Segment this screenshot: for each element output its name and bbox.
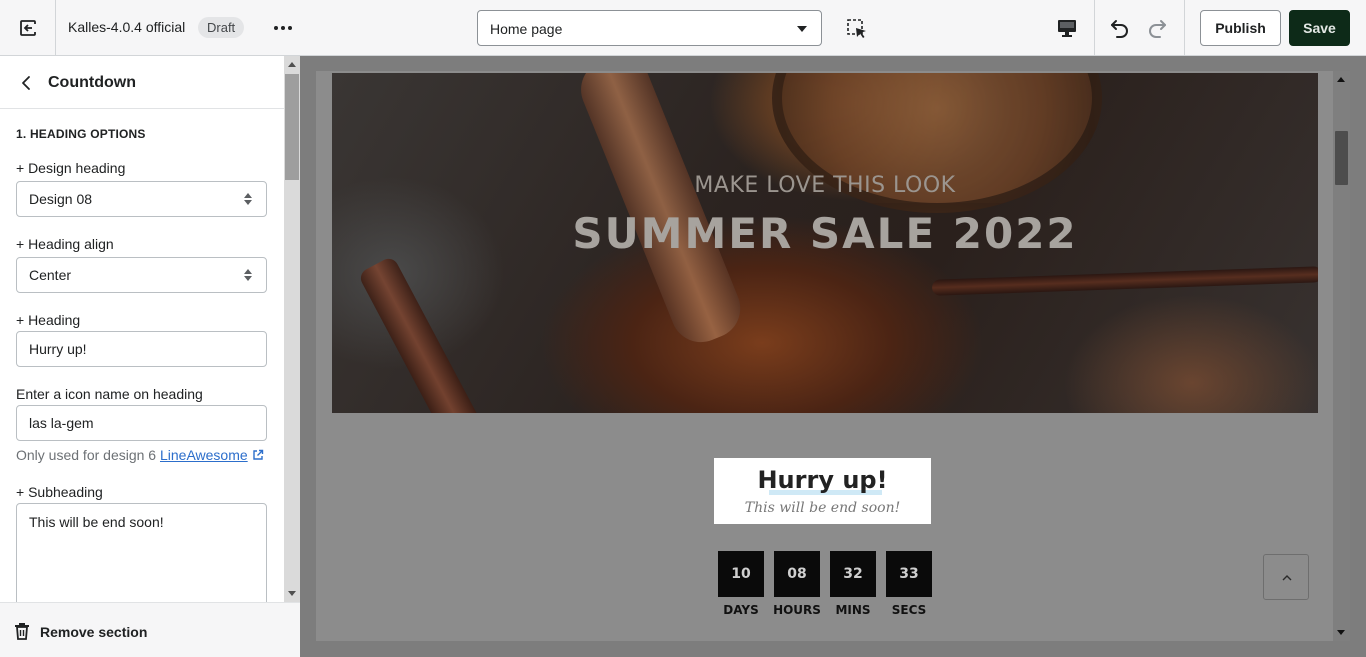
countdown-value: 08 [774, 551, 820, 597]
arrow-up-icon [1282, 575, 1292, 581]
external-link-icon[interactable] [252, 449, 264, 461]
help-text: Only used for design 6 [16, 447, 157, 463]
countdown-value: 10 [718, 551, 764, 597]
hero-banner[interactable]: MAKE LOVE THIS LOOK SUMMER SALE 2022 [332, 73, 1318, 413]
heading-align-select[interactable]: Center [16, 257, 267, 293]
exit-button[interactable] [0, 0, 56, 56]
scroll-down-icon[interactable] [1337, 630, 1345, 635]
lineawesome-link[interactable]: LineAwesome [160, 447, 248, 463]
countdown-days: 10 DAYS [718, 551, 764, 617]
settings-sidebar: Countdown 1. HEADING OPTIONS + Design he… [0, 56, 284, 602]
redo-button[interactable] [1145, 16, 1169, 40]
preview-canvas: MAKE LOVE THIS LOOK SUMMER SALE 2022 Hur… [300, 56, 1366, 657]
icon-name-label: Enter a icon name on heading [16, 386, 203, 402]
countdown-hours: 08 HOURS [773, 551, 821, 617]
undo-button[interactable] [1108, 16, 1132, 40]
sidebar-header: Countdown [0, 56, 284, 109]
heading-align-label: + Heading align [16, 236, 114, 252]
subheading-textarea[interactable]: This will be end soon! [16, 503, 267, 602]
heading-align-value: Center [29, 267, 72, 283]
select-element-icon [847, 19, 866, 38]
scrollbar-thumb[interactable] [1335, 131, 1348, 185]
hero-image-brush [931, 266, 1318, 296]
design-heading-select[interactable]: Design 08 [16, 181, 267, 217]
remove-section-label: Remove section [40, 624, 148, 640]
back-icon [22, 76, 30, 90]
sidebar-title: Countdown [48, 74, 136, 91]
hero-subtitle: MAKE LOVE THIS LOOK [694, 173, 956, 198]
countdown-subheading: This will be end soon! [744, 500, 901, 516]
back-to-top-button[interactable] [1263, 554, 1309, 600]
section-heading: 1. HEADING OPTIONS [16, 127, 146, 141]
redo-icon [1149, 20, 1166, 38]
page-select[interactable]: Home page [477, 10, 822, 46]
save-button[interactable]: Save [1289, 10, 1350, 46]
design-heading-value: Design 08 [29, 191, 93, 207]
countdown-mins: 32 MINS [830, 551, 876, 617]
icon-help-text: Only used for design 6 LineAwesome [16, 447, 264, 463]
remove-section-button[interactable]: Remove section [0, 602, 300, 657]
countdown-heading: Hurry up! [757, 466, 888, 494]
undo-icon [1111, 20, 1128, 38]
trash-icon [15, 623, 29, 640]
more-actions-button[interactable] [270, 18, 296, 38]
countdown-value: 33 [886, 551, 932, 597]
scroll-up-icon[interactable] [288, 62, 296, 67]
editor-topbar: Kalles-4.0.4 official Draft Home page Pu… [0, 0, 1366, 56]
preview-scrollbar[interactable] [1333, 71, 1350, 641]
hero-image-brush [357, 255, 487, 413]
select-arrows-icon [244, 193, 252, 205]
countdown-value: 32 [830, 551, 876, 597]
countdown-label: SECS [891, 603, 927, 617]
toolbar-divider [1094, 0, 1095, 56]
select-arrows-icon [244, 269, 252, 281]
back-button[interactable] [16, 73, 36, 93]
desktop-view-button[interactable] [1056, 17, 1078, 39]
scrollbar-thumb[interactable] [285, 74, 299, 180]
countdown-heading-block[interactable]: Hurry up! This will be end soon! [714, 458, 931, 524]
desktop-icon [1058, 20, 1076, 37]
icon-name-input[interactable]: las la-gem [16, 405, 267, 441]
heading-input[interactable]: Hurry up! [16, 331, 267, 367]
status-badge: Draft [198, 17, 245, 38]
toolbar-divider [1184, 0, 1185, 56]
select-element-button[interactable] [846, 18, 868, 40]
subheading-label: + Subheading [16, 484, 103, 500]
design-heading-label: + Design heading [16, 160, 126, 176]
heading-label: + Heading [16, 312, 81, 328]
preview-frame[interactable]: MAKE LOVE THIS LOOK SUMMER SALE 2022 Hur… [316, 71, 1350, 641]
scroll-down-icon[interactable] [288, 591, 296, 596]
chevron-down-icon [797, 26, 807, 32]
exit-icon [19, 20, 36, 36]
scroll-up-icon[interactable] [1337, 77, 1345, 82]
more-icon [274, 26, 278, 30]
hero-title: SUMMER SALE 2022 [572, 209, 1078, 258]
countdown-secs: 33 SECS [886, 551, 932, 617]
sidebar-scrollbar[interactable] [284, 56, 300, 602]
theme-name: Kalles-4.0.4 official [68, 19, 186, 35]
page-select-value: Home page [490, 21, 563, 37]
publish-button[interactable]: Publish [1200, 10, 1281, 46]
